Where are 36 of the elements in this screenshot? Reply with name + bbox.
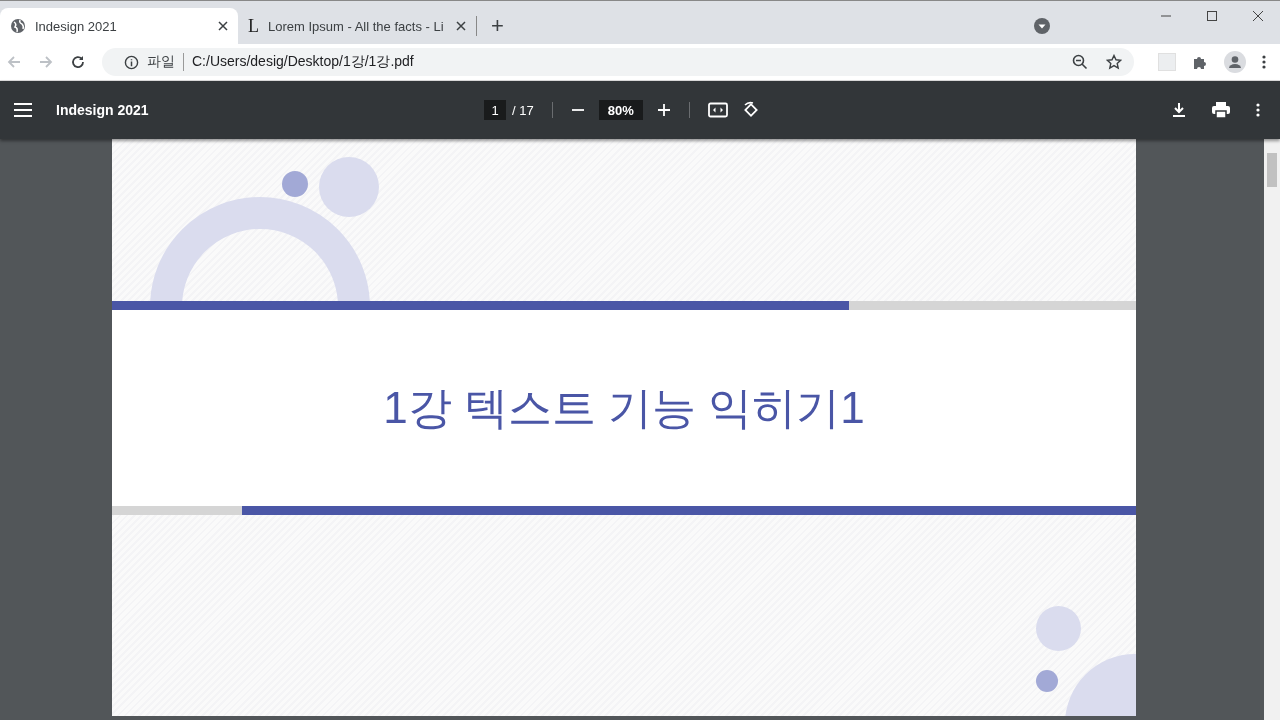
address-field[interactable]: 파일 C:/Users/desig/Desktop/1강/1강.pdf: [102, 48, 1134, 76]
close-icon[interactable]: [218, 21, 228, 31]
circle-shape: [319, 157, 379, 217]
circle-shape: [282, 171, 308, 197]
zoom-in-icon[interactable]: [656, 103, 671, 117]
document-title: Indesign 2021: [56, 102, 149, 118]
page-number-field[interactable]: 1: [484, 100, 506, 120]
tab-search-icon[interactable]: [1034, 18, 1050, 34]
browser-tab[interactable]: Indesign 2021: [0, 8, 238, 44]
close-icon[interactable]: [1252, 10, 1264, 22]
more-options-icon[interactable]: [1256, 103, 1260, 117]
browser-tab[interactable]: L Lorem Ipsum - All the facts - Li: [238, 8, 476, 44]
scrollbar-thumb[interactable]: [1267, 153, 1277, 187]
info-icon: [124, 54, 139, 70]
menu-icon[interactable]: [14, 103, 32, 117]
slide-title: 1강 텍스트 기능 익히기1: [383, 381, 865, 434]
download-icon[interactable]: [1172, 102, 1186, 118]
maximize-icon[interactable]: [1206, 10, 1218, 22]
reload-icon[interactable]: [70, 54, 86, 70]
scheme-label: 파일: [147, 53, 175, 71]
new-tab-button[interactable]: +: [479, 8, 516, 44]
puzzle-icon[interactable]: [1192, 54, 1208, 70]
zoom-field[interactable]: 80%: [598, 100, 643, 120]
print-icon[interactable]: [1212, 102, 1230, 118]
page-total: / 17: [512, 102, 534, 118]
menu-dots-icon[interactable]: [1262, 55, 1266, 69]
zoom-out-icon[interactable]: [1072, 54, 1088, 70]
url-text: C:/Users/desig/Desktop/1강/1강.pdf: [192, 53, 414, 71]
close-icon[interactable]: [456, 21, 466, 31]
star-icon[interactable]: [1106, 54, 1122, 70]
fit-page-icon[interactable]: [707, 102, 728, 118]
site-logo-icon: L: [248, 15, 259, 37]
circle-shape: [1036, 606, 1081, 651]
profile-avatar-icon[interactable]: [1224, 51, 1246, 73]
circle-shape: [1036, 670, 1058, 692]
globe-icon: [10, 18, 26, 34]
